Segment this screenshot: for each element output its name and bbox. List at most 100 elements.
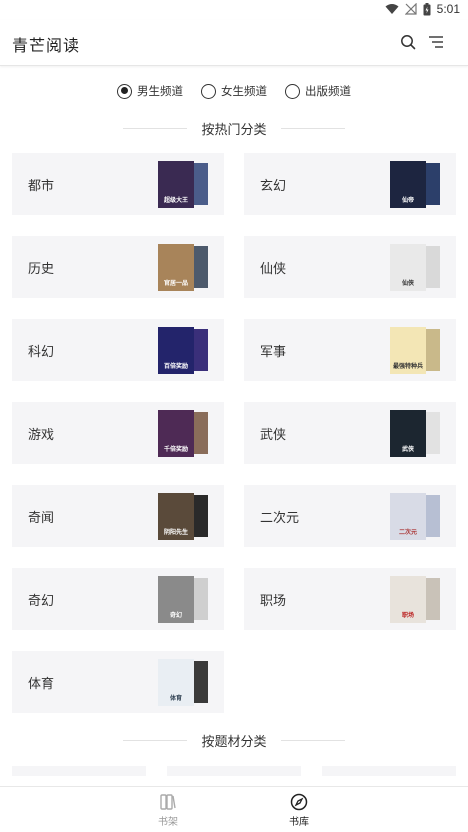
book-cover: 奇幻 [158, 576, 194, 623]
channel-selector: 男生频道 女生频道 出版频道 [0, 80, 468, 102]
category-card[interactable]: 军事 最强特种兵 [244, 319, 456, 381]
nav-label: 书库 [289, 817, 309, 828]
category-card[interactable]: 游戏 千倍奖励 [12, 402, 224, 464]
book-cover-back [424, 578, 440, 620]
category-label: 体育 [28, 677, 55, 692]
divider [123, 739, 188, 741]
app-bar: 青芒阅读 [0, 20, 468, 66]
category-card[interactable]: 都市 超级大王 [12, 153, 224, 215]
radio-icon [117, 83, 132, 99]
compass-icon [290, 793, 308, 811]
channel-publish[interactable]: 出版频道 [285, 83, 351, 99]
book-cover: 超级大王 [158, 161, 194, 208]
book-cover: 仙侠 [390, 244, 426, 291]
category-label: 二次元 [260, 511, 300, 526]
theme-card[interactable] [322, 766, 456, 776]
book-cover: 百倍奖励 [158, 327, 194, 374]
radio-icon [285, 83, 300, 99]
category-card[interactable]: 历史 官居一品 [12, 236, 224, 298]
category-card[interactable]: 仙侠 仙侠 [244, 236, 456, 298]
book-cover: 仙帝 [390, 161, 426, 208]
cover-text: 最强特种兵 [392, 363, 423, 370]
cover-text: 超级大王 [163, 197, 188, 204]
nav-bookshelf[interactable]: 书架 [138, 793, 198, 828]
category-label: 奇闻 [28, 511, 55, 526]
book-cover: 官居一品 [158, 244, 194, 291]
cover-text: 体育 [169, 695, 182, 702]
divider [280, 127, 345, 129]
sort-menu-button[interactable] [426, 32, 446, 52]
channel-label: 出版频道 [305, 84, 351, 98]
sort-menu-icon [429, 36, 443, 48]
category-label: 历史 [28, 262, 55, 277]
category-card[interactable]: 二次元 二次元 [244, 485, 456, 547]
app-title: 青芒阅读 [12, 36, 81, 55]
search-button[interactable] [398, 32, 418, 52]
category-label: 军事 [260, 345, 287, 360]
category-card[interactable]: 玄幻 仙帝 [244, 153, 456, 215]
category-label: 游戏 [28, 428, 55, 443]
category-label: 玄幻 [260, 179, 287, 194]
nav-label: 书架 [158, 817, 178, 828]
section-title: 按热门分类 [201, 122, 267, 138]
category-label: 奇幻 [28, 594, 55, 609]
bookshelf-icon [160, 794, 176, 810]
book-cover: 二次元 [390, 493, 426, 540]
book-cover-back [192, 412, 208, 454]
cover-text: 奇幻 [169, 612, 182, 619]
category-card[interactable]: 科幻 百倍奖励 [12, 319, 224, 381]
radio-icon [201, 83, 216, 99]
book-cover-back [192, 578, 208, 620]
status-bar: 5:01 [0, 0, 468, 20]
book-cover-back [424, 412, 440, 454]
book-cover: 体育 [158, 659, 194, 706]
nav-library[interactable]: 书库 [269, 793, 329, 828]
cover-text: 职场 [401, 612, 414, 619]
section-title: 按题材分类 [201, 734, 267, 750]
category-card[interactable]: 武侠 武侠 [244, 402, 456, 464]
cover-text: 官居一品 [163, 280, 188, 287]
channel-label: 女生频道 [221, 84, 267, 98]
book-cover: 最强特种兵 [390, 327, 426, 374]
book-cover-back [424, 329, 440, 371]
cover-text: 阴阳先生 [163, 529, 188, 536]
category-label: 科幻 [28, 345, 55, 360]
status-time: 5:01 [436, 2, 460, 16]
cover-text: 二次元 [398, 529, 417, 536]
category-card[interactable]: 奇闻 阴阳先生 [12, 485, 224, 547]
divider [123, 127, 188, 129]
book-cover-back [424, 495, 440, 537]
category-label: 武侠 [260, 428, 287, 443]
book-cover-back [192, 246, 208, 288]
battery-icon [423, 2, 431, 15]
cover-text: 仙侠 [401, 280, 414, 287]
channel-female[interactable]: 女生频道 [201, 83, 267, 99]
theme-card[interactable] [167, 766, 301, 776]
category-label: 都市 [28, 179, 55, 194]
book-cover-back [424, 163, 440, 205]
cover-text: 仙帝 [401, 197, 414, 204]
book-cover-back [192, 495, 208, 537]
category-card[interactable]: 职场 职场 [244, 568, 456, 630]
wifi-icon [385, 4, 399, 14]
book-cover: 职场 [390, 576, 426, 623]
channel-male[interactable]: 男生频道 [117, 83, 183, 99]
cover-text: 武侠 [401, 446, 414, 453]
signal-off-icon [404, 3, 417, 15]
theme-card[interactable] [12, 766, 146, 776]
cover-text: 千倍奖励 [163, 446, 188, 453]
section-hot-header: 按热门分类 [0, 118, 468, 138]
book-cover-back [192, 329, 208, 371]
category-label: 职场 [260, 594, 287, 609]
cover-text: 百倍奖励 [163, 363, 188, 370]
channel-label: 男生频道 [137, 84, 183, 98]
book-cover: 阴阳先生 [158, 493, 194, 540]
book-cover-back [192, 661, 208, 703]
book-cover: 武侠 [390, 410, 426, 457]
category-card[interactable]: 奇幻 奇幻 [12, 568, 224, 630]
search-icon [401, 35, 416, 50]
category-card[interactable]: 体育 体育 [12, 651, 224, 713]
book-cover-back [424, 246, 440, 288]
bottom-nav: 书架 书库 [0, 786, 468, 832]
divider [280, 739, 345, 741]
